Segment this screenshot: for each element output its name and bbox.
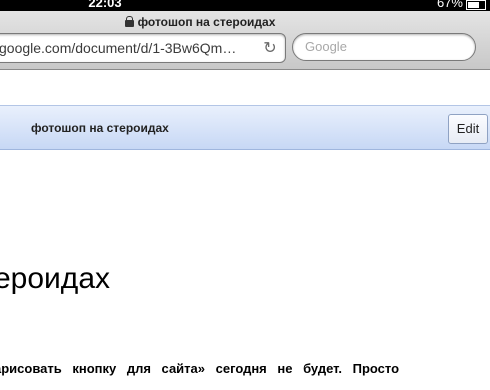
address-bar[interactable]: google.com/document/d/1-3Bw6Qm… ↻ (0, 33, 286, 63)
edit-button[interactable]: Edit (448, 114, 488, 144)
document-title: фотошоп на стероидах (31, 121, 169, 135)
document-heading: ероидах (0, 262, 111, 295)
battery-percent: 67% (436, 0, 463, 10)
tab-title-text: фотошоп на стероидах (137, 15, 276, 29)
search-input[interactable]: Google (292, 33, 476, 61)
status-right: 67% (437, 0, 486, 10)
status-bar: 22:03 67% (0, 0, 490, 11)
document-page: фотошоп на стероидах Edit ероидах арисов… (0, 70, 490, 390)
tab-title: фотошоп на стероидах (0, 15, 400, 29)
browser-toolbar: фотошоп на стероидах google.com/document… (0, 11, 490, 70)
document-header: фотошоп на стероидах Edit (0, 105, 490, 150)
reload-icon[interactable]: ↻ (259, 38, 281, 58)
lock-icon (124, 15, 134, 28)
status-time: 22:03 (88, 0, 122, 10)
url-text[interactable]: google.com/document/d/1-3Bw6Qm… (0, 40, 259, 56)
battery-icon (466, 0, 486, 10)
document-body-text: арисовать кнопку для сайта» сегодня не б… (0, 361, 400, 376)
